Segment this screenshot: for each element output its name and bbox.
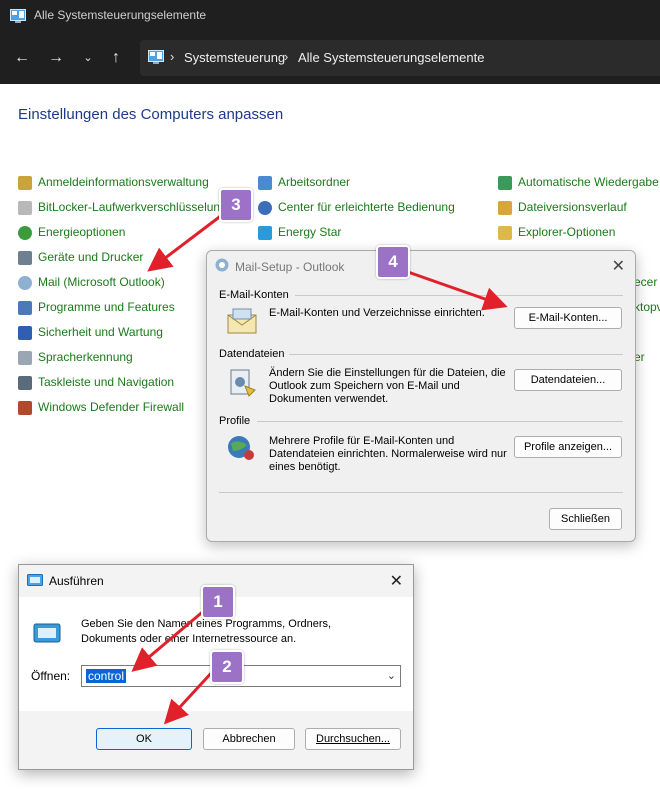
run-icon xyxy=(27,574,43,586)
section-title-email-accounts: E-Mail-Konten xyxy=(219,289,289,301)
open-label: Öffnen: xyxy=(31,669,71,683)
taskbar-icon xyxy=(18,376,32,390)
close-icon[interactable]: ✕ xyxy=(390,571,403,591)
run-description: Geben Sie den Namen eines Programms, Ord… xyxy=(81,618,332,645)
data-files-button[interactable]: Datendateien... xyxy=(514,369,622,391)
email-accounts-button[interactable]: E-Mail-Konten... xyxy=(514,307,622,329)
window-title: Alle Systemsteuerungselemente xyxy=(34,8,207,22)
work-folder-icon xyxy=(258,176,272,190)
autoplay-icon xyxy=(498,176,512,190)
back-arrow-icon[interactable]: ← xyxy=(10,46,34,70)
callout-badge-2: 2 xyxy=(210,650,244,684)
outlook-mail-icon xyxy=(215,258,229,272)
control-panel-icon xyxy=(148,50,164,64)
file-history-icon xyxy=(498,201,512,215)
power-icon xyxy=(18,226,32,240)
callout-badge-4: 4 xyxy=(376,245,410,279)
printer-icon xyxy=(18,251,32,265)
address-bar: ← → ⌄ ↑ › Systemsteuerung › Alle Systems… xyxy=(0,32,660,84)
footer-divider xyxy=(219,492,623,493)
mail-icon xyxy=(18,276,32,290)
close-icon[interactable]: ✕ xyxy=(612,256,625,276)
envelope-icon xyxy=(227,308,257,334)
browse-button[interactable]: Durchsuchen... xyxy=(305,728,401,750)
run-dialog-footer: OK Abbrechen Durchsuchen... xyxy=(19,711,413,769)
section-divider xyxy=(295,295,623,296)
run-program-icon xyxy=(33,623,61,643)
breadcrumb-chevron-icon: › xyxy=(170,49,175,64)
control-panel-icon xyxy=(10,9,26,23)
folder-options-icon xyxy=(498,226,512,240)
section-title-profiles: Profile xyxy=(219,415,251,427)
flag-icon xyxy=(18,326,32,340)
bitlocker-icon xyxy=(18,201,32,215)
breadcrumb-chevron-icon: › xyxy=(284,49,289,64)
forward-arrow-icon[interactable]: → xyxy=(44,46,68,70)
window-titlebar: Alle Systemsteuerungselemente xyxy=(0,0,660,32)
profile-globe-icon xyxy=(228,436,254,460)
chevron-down-icon[interactable]: ⌄ xyxy=(387,669,396,682)
firewall-icon xyxy=(18,401,32,415)
cancel-button[interactable]: Abbrechen xyxy=(203,728,295,750)
programs-icon xyxy=(18,301,32,315)
microphone-icon xyxy=(18,351,32,365)
section-text: Ändern Sie die Einstellungen für die Dat… xyxy=(269,367,506,405)
section-text: Mehrere Profile für E-Mail-Konten und Da… xyxy=(269,435,507,473)
section-title-data-files: Datendateien xyxy=(219,348,285,360)
run-command-value[interactable]: control xyxy=(86,669,127,683)
dialog-title: Ausführen xyxy=(49,574,104,588)
breadcrumb-item[interactable]: Alle Systemsteuerungselemente xyxy=(298,50,484,65)
close-button[interactable]: Schließen xyxy=(549,508,622,530)
section-text: E-Mail-Konten und Verzeichnisse einricht… xyxy=(269,307,485,319)
ok-button[interactable]: OK xyxy=(96,728,192,750)
cp-item-partial[interactable]: ktopv xyxy=(634,300,660,318)
breadcrumb[interactable]: › Systemsteuerung › Alle Systemsteuerung… xyxy=(140,40,660,76)
section-divider xyxy=(257,421,623,422)
energy-star-icon xyxy=(258,226,272,240)
history-chevron-icon[interactable]: ⌄ xyxy=(76,46,100,70)
dialog-title: Mail-Setup - Outlook xyxy=(235,260,345,274)
up-arrow-icon[interactable]: ↑ xyxy=(104,46,128,70)
show-profiles-button[interactable]: Profile anzeigen... xyxy=(514,436,622,458)
callout-badge-3: 3 xyxy=(219,188,253,222)
accessibility-icon xyxy=(258,201,272,215)
callout-badge-1: 1 xyxy=(201,585,235,619)
mail-setup-dialog: Mail-Setup - Outlook ✕ E-Mail-Konten E-M… xyxy=(206,250,636,542)
data-file-icon xyxy=(230,369,256,397)
section-divider xyxy=(289,354,623,355)
cp-item-partial[interactable]: ecer xyxy=(634,275,657,293)
credential-icon xyxy=(18,176,32,190)
page-title: Einstellungen des Computers anpassen xyxy=(18,106,284,123)
breadcrumb-item[interactable]: Systemsteuerung xyxy=(184,50,285,65)
